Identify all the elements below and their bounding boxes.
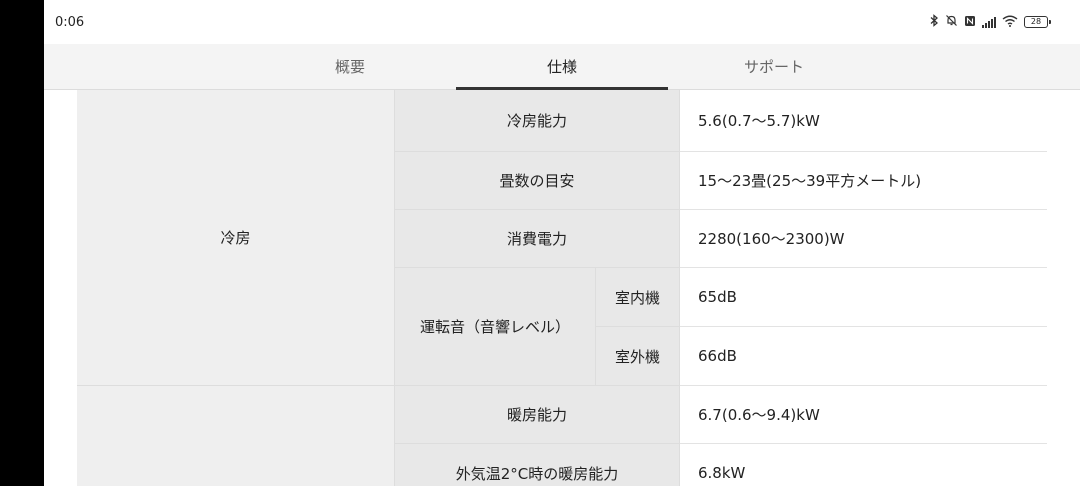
spec-label-power-consumption: 消費電力: [395, 210, 680, 268]
spec-value-low-temp-heating: 6.8kW: [680, 444, 1047, 486]
spec-label-indoor-unit: 室内機: [596, 268, 680, 327]
nfc-icon: [964, 15, 976, 30]
status-bar: 0:06 28: [44, 0, 1080, 44]
spec-label-room-size: 畳数の目安: [395, 152, 680, 210]
battery-icon: 28: [1024, 16, 1051, 28]
spec-value-cooling-capacity: 5.6(0.7〜5.7)kW: [680, 90, 1047, 152]
app-screen: 0:06 28 概要 仕様 サポート 冷房 冷房能力 5.6(0.7〜5.7)k…: [44, 0, 1080, 486]
spec-value-heating-capacity: 6.7(0.6〜9.4)kW: [680, 386, 1047, 444]
tab-specifications[interactable]: 仕様: [456, 44, 668, 90]
spec-label-low-temp-heating: 外気温2°C時の暖房能力: [395, 444, 680, 486]
spec-label-outdoor-unit: 室外機: [596, 327, 680, 386]
tab-support[interactable]: サポート: [674, 44, 874, 89]
tab-overview[interactable]: 概要: [250, 44, 450, 89]
tab-bar: 概要 仕様 サポート: [44, 44, 1080, 90]
spec-label-operating-noise: 運転音（音響レベル）: [395, 268, 596, 386]
wifi-icon: [1002, 15, 1018, 30]
spec-category-cooling: 冷房: [77, 90, 395, 386]
bell-off-icon: [945, 14, 958, 30]
spec-table: 冷房 冷房能力 5.6(0.7〜5.7)kW 畳数の目安 15〜23畳(25〜3…: [44, 90, 1080, 486]
spec-value-power-consumption: 2280(160〜2300)W: [680, 210, 1047, 268]
spec-label-heating-capacity: 暖房能力: [395, 386, 680, 444]
spec-label-cooling-capacity: 冷房能力: [395, 90, 680, 152]
spec-category-heating: [77, 386, 395, 486]
status-time: 0:06: [55, 14, 85, 30]
spec-value-room-size: 15〜23畳(25〜39平方メートル): [680, 152, 1047, 210]
status-icons: 28: [929, 14, 1051, 30]
signal-icon: [982, 16, 996, 28]
bluetooth-icon: [929, 14, 939, 30]
spec-value-indoor-unit: 65dB: [680, 268, 1047, 327]
spec-value-outdoor-unit: 66dB: [680, 327, 1047, 386]
